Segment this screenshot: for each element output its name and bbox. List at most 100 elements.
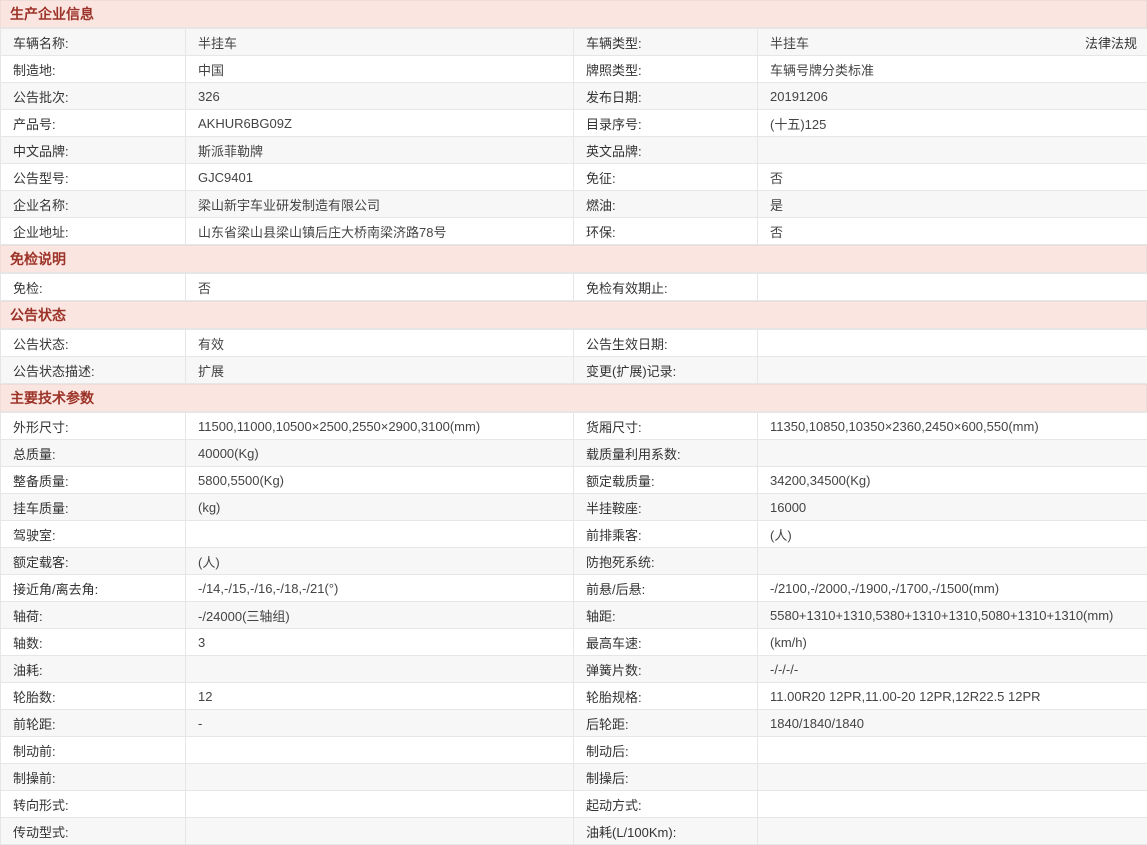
field-label: 变更(扩展)记录: — [574, 357, 758, 384]
field-value: 中国 — [186, 56, 574, 83]
field-value: 否 — [758, 218, 1147, 245]
field-value: 半挂车法律法规 — [758, 29, 1147, 56]
field-label: 额定载质量: — [574, 467, 758, 494]
field-value: (人) — [758, 521, 1147, 548]
field-value: (km/h) — [758, 629, 1147, 656]
field-value: 326 — [186, 83, 574, 110]
field-value — [758, 548, 1147, 575]
field-label: 货厢尺寸: — [574, 413, 758, 440]
announcement-status-table: 公告状态:有效公告生效日期:公告状态描述:扩展变更(扩展)记录: — [0, 329, 1147, 384]
field-label: 发布日期: — [574, 83, 758, 110]
field-label: 油耗: — [1, 656, 186, 683]
field-value — [758, 791, 1147, 818]
field-value: 34200,34500(Kg) — [758, 467, 1147, 494]
field-label: 防抱死系统: — [574, 548, 758, 575]
vehicle-info-page: 生产企业信息 车辆名称:半挂车车辆类型:半挂车法律法规制造地:中国牌照类型:车辆… — [0, 0, 1147, 845]
field-value: 有效 — [186, 330, 574, 357]
field-label: 制动前: — [1, 737, 186, 764]
field-label: 驾驶室: — [1, 521, 186, 548]
field-value — [186, 791, 574, 818]
field-value — [758, 330, 1147, 357]
field-label: 轴距: — [574, 602, 758, 629]
table-row: 公告状态描述:扩展变更(扩展)记录: — [1, 357, 1147, 384]
field-label: 制造地: — [1, 56, 186, 83]
field-value — [186, 521, 574, 548]
field-value: - — [186, 710, 574, 737]
field-label: 最高车速: — [574, 629, 758, 656]
field-value: (人) — [186, 548, 574, 575]
exemption-info-table: 免检:否免检有效期止: — [0, 273, 1147, 301]
field-label: 轴荷: — [1, 602, 186, 629]
table-row: 公告状态:有效公告生效日期: — [1, 330, 1147, 357]
field-label: 中文品牌: — [1, 137, 186, 164]
field-value — [758, 818, 1147, 845]
table-row: 驾驶室:前排乘客:(人) — [1, 521, 1147, 548]
field-label: 燃油: — [574, 191, 758, 218]
field-value: 16000 — [758, 494, 1147, 521]
table-row: 接近角/离去角:-/14,-/15,-/16,-/18,-/21(°)前悬/后悬… — [1, 575, 1147, 602]
field-value: 斯派菲勒牌 — [186, 137, 574, 164]
field-label: 环保: — [574, 218, 758, 245]
law-link[interactable]: 法律法规 — [1085, 33, 1139, 52]
field-value: 否 — [758, 164, 1147, 191]
field-value: AKHUR6BG09Z — [186, 110, 574, 137]
field-label: 整备质量: — [1, 467, 186, 494]
field-value: 40000(Kg) — [186, 440, 574, 467]
table-row: 企业名称:梁山新宇车业研发制造有限公司燃油:是 — [1, 191, 1147, 218]
field-label: 牌照类型: — [574, 56, 758, 83]
field-label: 油耗(L/100Km): — [574, 818, 758, 845]
field-label: 车辆类型: — [574, 29, 758, 56]
manufacturer-info-table: 车辆名称:半挂车车辆类型:半挂车法律法规制造地:中国牌照类型:车辆号牌分类标准公… — [0, 28, 1147, 245]
table-row: 制操前:制操后: — [1, 764, 1147, 791]
field-value — [186, 764, 574, 791]
section-announcement-status: 公告状态 公告状态:有效公告生效日期:公告状态描述:扩展变更(扩展)记录: — [0, 301, 1147, 384]
table-row: 公告型号:GJC9401免征:否 — [1, 164, 1147, 191]
field-label: 免检有效期止: — [574, 274, 758, 301]
table-row: 免检:否免检有效期止: — [1, 274, 1147, 301]
field-label: 英文品牌: — [574, 137, 758, 164]
table-row: 轴数:3最高车速:(km/h) — [1, 629, 1147, 656]
table-row: 中文品牌:斯派菲勒牌英文品牌: — [1, 137, 1147, 164]
field-value: 11500,11000,10500×2500,2550×2900,3100(mm… — [186, 413, 574, 440]
field-label: 制操后: — [574, 764, 758, 791]
field-value: 20191206 — [758, 83, 1147, 110]
table-row: 车辆名称:半挂车车辆类型:半挂车法律法规 — [1, 29, 1147, 56]
field-value: 半挂车 — [186, 29, 574, 56]
field-value: (kg) — [186, 494, 574, 521]
field-label: 挂车质量: — [1, 494, 186, 521]
field-label: 传动型式: — [1, 818, 186, 845]
field-label: 后轮距: — [574, 710, 758, 737]
field-label: 目录序号: — [574, 110, 758, 137]
field-label: 轮胎规格: — [574, 683, 758, 710]
technical-parameters-table: 外形尺寸:11500,11000,10500×2500,2550×2900,31… — [0, 412, 1147, 845]
field-value: -/14,-/15,-/16,-/18,-/21(°) — [186, 575, 574, 602]
table-row: 轮胎数:12轮胎规格:11.00R20 12PR,11.00-20 12PR,1… — [1, 683, 1147, 710]
table-row: 外形尺寸:11500,11000,10500×2500,2550×2900,31… — [1, 413, 1147, 440]
field-label: 接近角/离去角: — [1, 575, 186, 602]
field-value — [186, 656, 574, 683]
table-row: 前轮距:-后轮距:1840/1840/1840 — [1, 710, 1147, 737]
field-value: 12 — [186, 683, 574, 710]
field-label: 公告型号: — [1, 164, 186, 191]
field-value: 11.00R20 12PR,11.00-20 12PR,12R22.5 12PR — [758, 683, 1147, 710]
field-value: 5800,5500(Kg) — [186, 467, 574, 494]
table-row: 公告批次:326发布日期:20191206 — [1, 83, 1147, 110]
table-row: 轴荷:-/24000(三轴组)轴距:5580+1310+1310,5380+13… — [1, 602, 1147, 629]
field-value — [758, 357, 1147, 384]
field-value — [758, 737, 1147, 764]
field-label: 免征: — [574, 164, 758, 191]
field-value: 5580+1310+1310,5380+1310+1310,5080+1310+… — [758, 602, 1147, 629]
field-value — [758, 440, 1147, 467]
field-label: 免检: — [1, 274, 186, 301]
field-label: 企业地址: — [1, 218, 186, 245]
field-label: 转向形式: — [1, 791, 186, 818]
table-row: 产品号:AKHUR6BG09Z目录序号:(十五)125 — [1, 110, 1147, 137]
table-row: 制造地:中国牌照类型:车辆号牌分类标准 — [1, 56, 1147, 83]
field-label: 车辆名称: — [1, 29, 186, 56]
table-row: 总质量:40000(Kg)载质量利用系数: — [1, 440, 1147, 467]
field-value: 11350,10850,10350×2360,2450×600,550(mm) — [758, 413, 1147, 440]
field-label: 前轮距: — [1, 710, 186, 737]
field-value: 3 — [186, 629, 574, 656]
field-label: 轴数: — [1, 629, 186, 656]
field-label: 外形尺寸: — [1, 413, 186, 440]
